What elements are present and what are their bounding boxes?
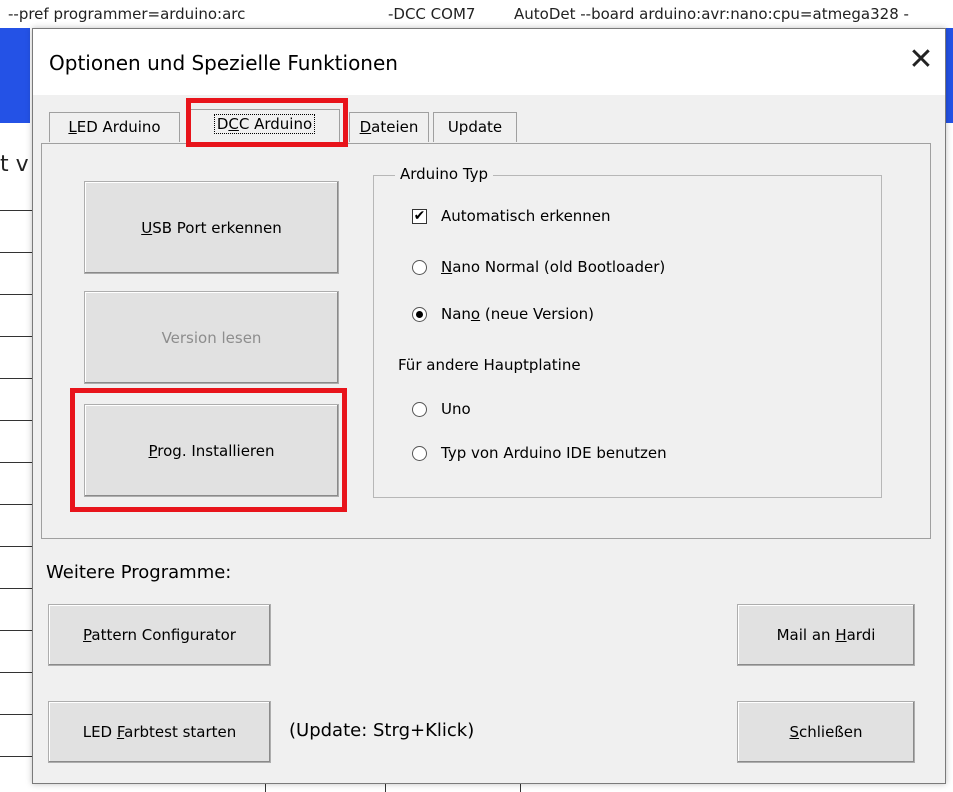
radio-nano-new[interactable]: Nano (neue Version) [412, 305, 594, 323]
tab-label: Dateien [359, 118, 419, 136]
grid-line [0, 546, 32, 547]
grid-line [265, 784, 266, 792]
button-label: Mail an Hardi [776, 626, 876, 644]
button-label: Version lesen [161, 328, 262, 347]
grid-line [0, 588, 32, 589]
button-label: USB Port erkennen [141, 218, 282, 237]
tab-label: Update [447, 118, 503, 136]
close-icon[interactable]: ✕ [903, 43, 939, 79]
grid-line [0, 756, 32, 757]
grid-line [0, 714, 32, 715]
grid-line [0, 336, 32, 337]
radio-selected-icon [412, 306, 427, 322]
pattern-configurator-button[interactable]: Pattern Configurator [48, 604, 271, 666]
tab-dcc-arduino[interactable]: DCC Arduino [189, 109, 340, 144]
grid-line [0, 462, 32, 463]
checkbox-checked-icon: ✔ [412, 207, 427, 224]
background-blue-bar-left [0, 28, 30, 123]
more-programs-label: Weitere Programme: [46, 562, 232, 583]
checkbox-label: Automatisch erkennen [441, 207, 611, 225]
radio-arduino-ide-type[interactable]: Typ von Arduino IDE benutzen [412, 444, 667, 462]
tab-label: DCC Arduino [213, 114, 316, 134]
background-command-line: --pref programmer=arduino:arc -DCC COM7 … [0, 0, 953, 28]
button-label: Pattern Configurator [83, 626, 236, 644]
grid-line [520, 784, 521, 792]
command-text-right: AutoDet --board arduino:avr:nano:cpu=atm… [514, 5, 909, 23]
grid-line [0, 294, 32, 295]
background-cell-text: t v [0, 152, 29, 177]
radio-label: Uno [441, 400, 471, 418]
dialog-titlebar[interactable]: Optionen und Spezielle Funktionen ✕ [33, 29, 945, 95]
usb-port-detect-button[interactable]: USB Port erkennen [84, 181, 339, 274]
close-button[interactable]: Schließen [737, 701, 915, 763]
tab-dateien[interactable]: Dateien [349, 112, 429, 142]
radio-label: Typ von Arduino IDE benutzen [441, 444, 667, 462]
grid-line [385, 784, 386, 792]
update-hint-text: (Update: Strg+Klick) [289, 720, 475, 741]
radio-unselected-icon [412, 445, 427, 461]
grid-line [0, 210, 32, 211]
command-text-middle: -DCC COM7 [388, 5, 476, 23]
arduino-type-group-title: Arduino Typ [395, 165, 494, 183]
tab-label: LED Arduino [68, 118, 161, 136]
command-text-left: --pref programmer=arduino:arc [8, 5, 246, 23]
radio-unselected-icon [412, 259, 427, 275]
button-label: Prog. Installieren [148, 441, 275, 460]
tab-led-arduino[interactable]: LED Arduino [49, 112, 180, 142]
led-color-test-button[interactable]: LED Farbtest starten [48, 701, 271, 763]
grid-line [0, 504, 32, 505]
options-dialog: Optionen und Spezielle Funktionen ✕ LED … [32, 28, 946, 784]
button-label: LED Farbtest starten [82, 723, 237, 741]
radio-label: Nano Normal (old Bootloader) [441, 258, 666, 276]
tab-update[interactable]: Update [433, 112, 517, 142]
grid-line [0, 252, 32, 253]
grid-line [0, 420, 32, 421]
read-version-button[interactable]: Version lesen [84, 291, 339, 384]
mail-to-hardi-button[interactable]: Mail an Hardi [737, 604, 915, 666]
auto-detect-checkbox[interactable]: ✔ Automatisch erkennen [412, 207, 611, 225]
grid-line [0, 378, 32, 379]
grid-line [0, 630, 32, 631]
dialog-title: Optionen und Spezielle Funktionen [49, 51, 398, 75]
radio-label: Nano (neue Version) [441, 305, 594, 323]
radio-unselected-icon [412, 401, 427, 417]
radio-uno[interactable]: Uno [412, 400, 471, 418]
button-label: Schließen [789, 723, 863, 741]
radio-nano-normal[interactable]: Nano Normal (old Bootloader) [412, 258, 665, 276]
grid-line [0, 672, 32, 673]
other-board-label: Für andere Hauptplatine [398, 356, 581, 374]
install-program-button[interactable]: Prog. Installieren [84, 404, 339, 497]
